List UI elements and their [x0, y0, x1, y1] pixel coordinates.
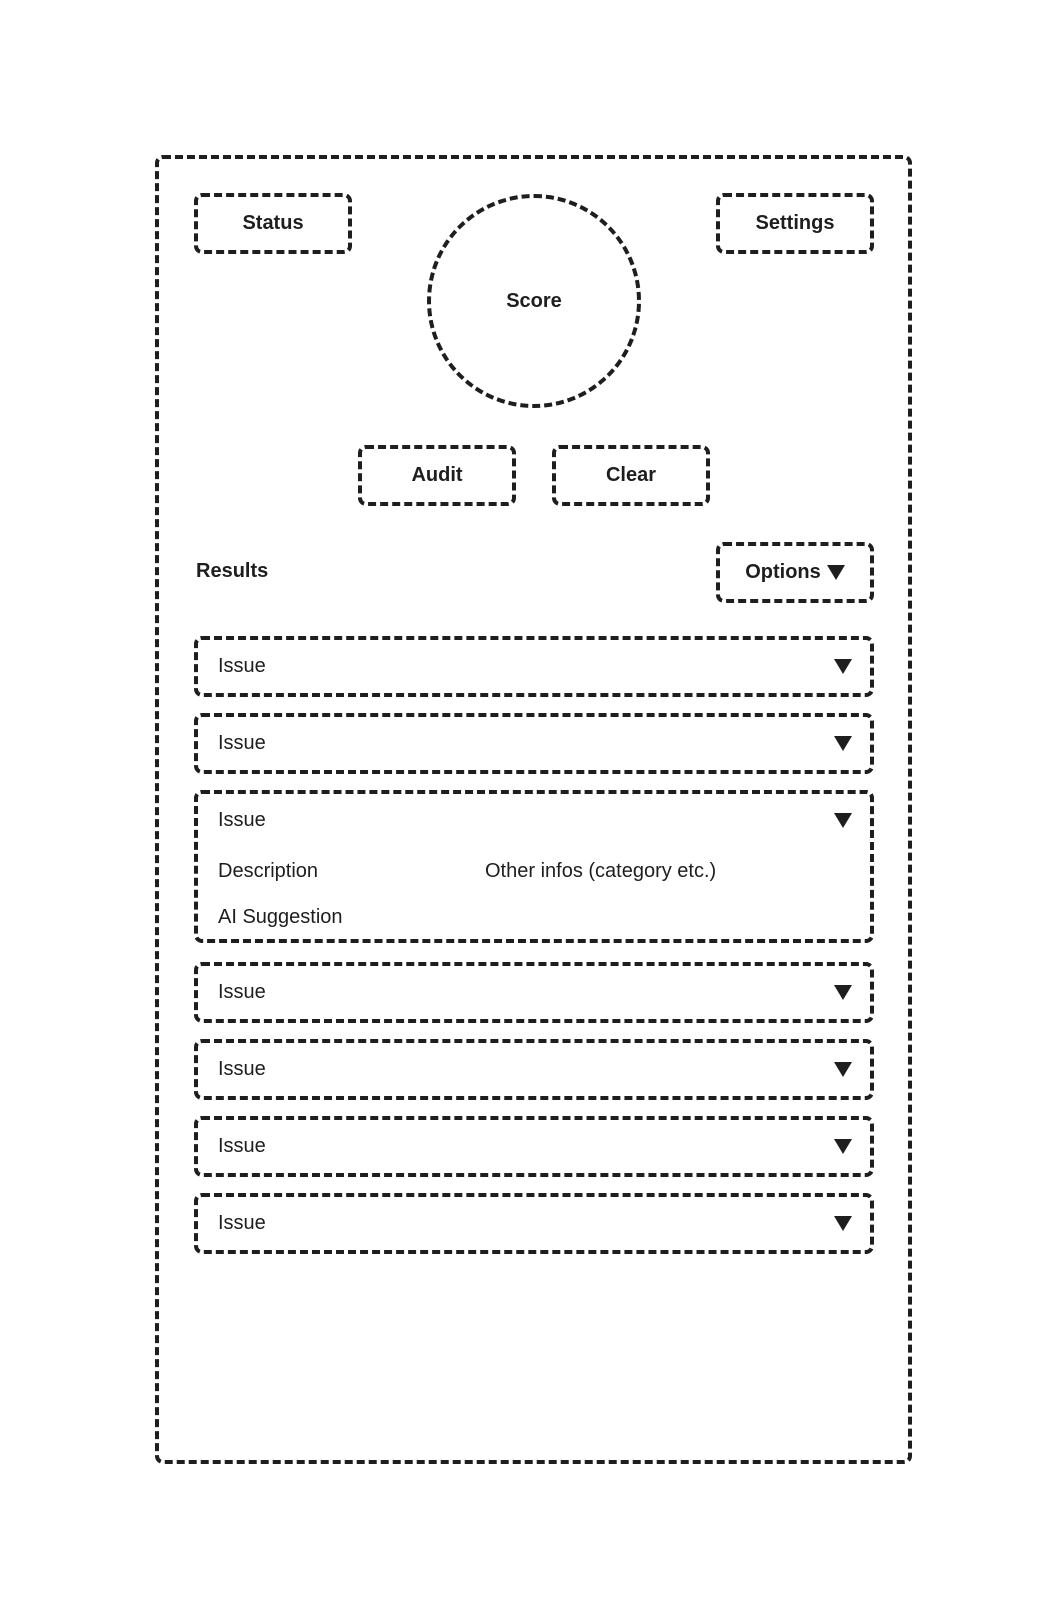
results-heading: Results: [196, 560, 269, 582]
settings-button-label: Settings: [755, 212, 835, 234]
audit-button-label: Audit: [411, 464, 463, 486]
issue-other-info-label: Other infos (category etc.): [485, 859, 717, 882]
options-button-label: Options: [745, 561, 821, 583]
issue-description-label: Description: [218, 859, 319, 882]
issue-label: Issue: [218, 655, 266, 677]
triangle-down-icon[interactable]: [834, 1062, 852, 1077]
status-button[interactable]: Status: [194, 193, 352, 254]
options-dropdown-button[interactable]: Options: [716, 542, 874, 603]
issue-ai-suggestion-label: AI Suggestion: [218, 905, 343, 928]
issue-label: Issue: [218, 1135, 266, 1157]
score-label: Score: [506, 289, 562, 312]
settings-button[interactable]: Settings: [716, 193, 874, 254]
triangle-down-icon[interactable]: [834, 736, 852, 751]
issue-label: Issue: [218, 1058, 266, 1080]
status-button-label: Status: [242, 212, 304, 234]
triangle-down-icon[interactable]: [834, 1139, 852, 1154]
audit-button[interactable]: Audit: [358, 445, 516, 506]
issue-item[interactable]: Issue: [194, 713, 874, 774]
issue-item[interactable]: Issue: [194, 1039, 874, 1100]
issue-label: Issue: [218, 1212, 266, 1234]
triangle-down-icon[interactable]: [834, 1216, 852, 1231]
clear-button[interactable]: Clear: [552, 445, 710, 506]
score-circle: Score: [427, 194, 641, 408]
issue-label: Issue: [218, 732, 266, 754]
issue-label: Issue: [218, 981, 266, 1003]
triangle-down-icon[interactable]: [834, 985, 852, 1000]
triangle-down-icon[interactable]: [834, 813, 852, 828]
issue-label: Issue: [218, 809, 266, 831]
triangle-down-icon: [826, 565, 845, 580]
clear-button-label: Clear: [605, 464, 657, 486]
issue-item[interactable]: Issue: [194, 636, 874, 697]
issue-item[interactable]: Issue: [194, 1193, 874, 1254]
issue-item-expanded[interactable]: Issue Description Other infos (category …: [194, 790, 874, 943]
issue-item[interactable]: Issue: [194, 962, 874, 1023]
triangle-down-icon[interactable]: [834, 659, 852, 674]
issue-item[interactable]: Issue: [194, 1116, 874, 1177]
